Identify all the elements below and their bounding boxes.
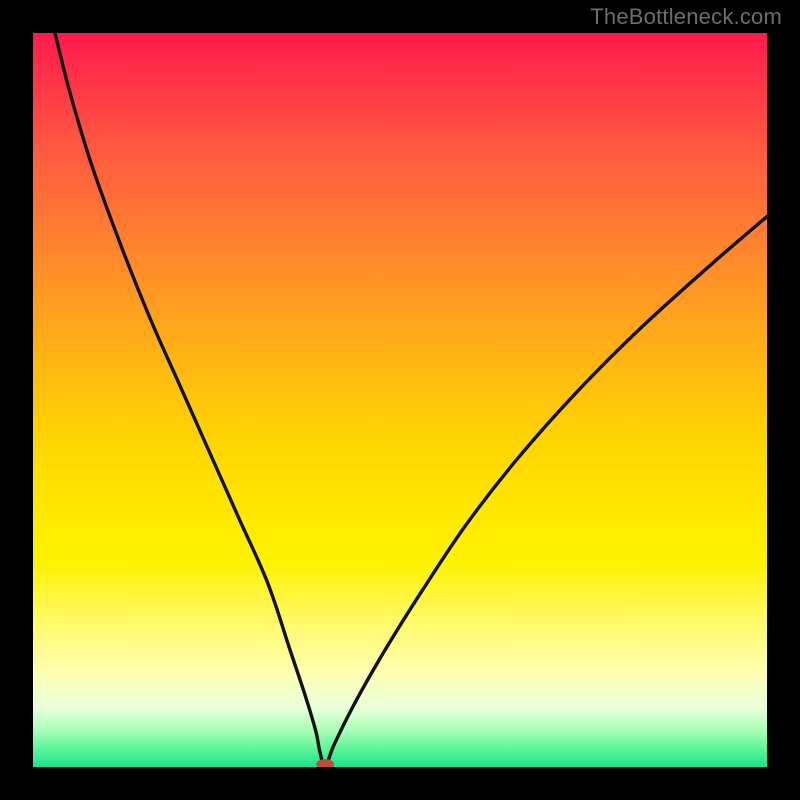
watermark-label: TheBottleneck.com [590, 4, 782, 30]
minimum-marker [316, 759, 334, 767]
plot-area [33, 33, 767, 767]
chart-frame: TheBottleneck.com [0, 0, 800, 800]
bottleneck-curve-svg [33, 33, 767, 767]
bottleneck-curve [55, 33, 767, 767]
